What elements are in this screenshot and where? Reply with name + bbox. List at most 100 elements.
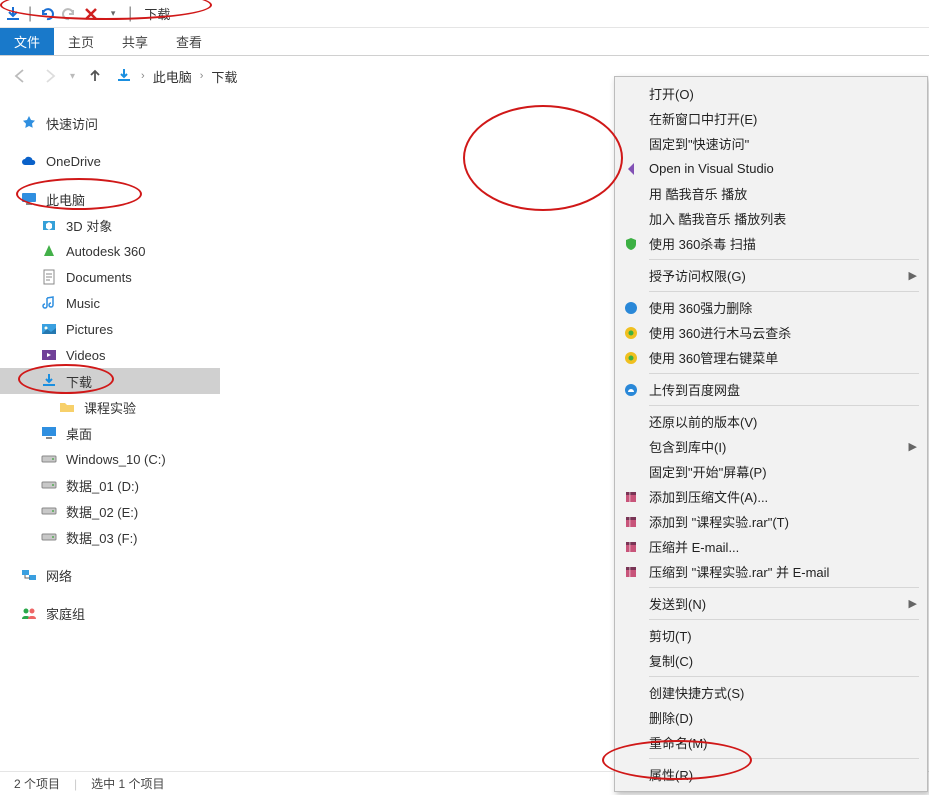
context-menu-item[interactable]: 压缩并 E-mail... (615, 534, 927, 559)
context-menu-item[interactable]: 加入 酷我音乐 播放列表 (615, 206, 927, 231)
qat-dropdown-icon[interactable]: ▾ (104, 5, 122, 23)
context-menu-item[interactable]: 删除(D) (615, 705, 927, 730)
context-menu-item[interactable]: 使用 360管理右键菜单 (615, 345, 927, 370)
desktop-icon (40, 424, 58, 442)
tab-file[interactable]: 文件 (0, 28, 54, 55)
tree-item[interactable]: 3D 对象 (0, 212, 220, 238)
context-menu-item[interactable]: 使用 360杀毒 扫描 (615, 231, 927, 256)
tree-homegroup[interactable]: 家庭组 (0, 600, 220, 626)
360-yellow-icon (623, 325, 639, 341)
shield-green-icon (623, 236, 639, 252)
nav-forward-icon[interactable] (40, 66, 60, 86)
context-menu-item[interactable]: 使用 360强力删除 (615, 295, 927, 320)
menu-item-label: 使用 360进行木马云查杀 (649, 323, 791, 342)
delete-icon[interactable] (82, 5, 100, 23)
tree-label: 快速访问 (46, 114, 98, 133)
tree-label: Pictures (66, 322, 113, 337)
rar-icon (623, 564, 639, 580)
videos-icon (40, 346, 58, 364)
download-location-icon (115, 67, 133, 85)
redo-icon[interactable] (60, 5, 78, 23)
context-menu-item[interactable]: 添加到 "课程实验.rar"(T) (615, 509, 927, 534)
context-menu-item[interactable]: 添加到压缩文件(A)... (615, 484, 927, 509)
tree-quick-access[interactable]: 快速访问 (0, 110, 220, 136)
breadcrumb-item[interactable]: 下载 (211, 67, 237, 86)
menu-item-label: 使用 360强力删除 (649, 298, 752, 317)
context-menu-item[interactable]: 固定到"快速访问" (615, 131, 927, 156)
tab-view[interactable]: 查看 (162, 28, 216, 55)
context-menu-item[interactable]: 固定到"开始"屏幕(P) (615, 459, 927, 484)
context-menu-item[interactable]: 重命名(M) (615, 730, 927, 755)
menu-item-label: 使用 360管理右键菜单 (649, 348, 778, 367)
context-menu-item[interactable]: 在新窗口中打开(E) (615, 106, 927, 131)
rar-icon (623, 514, 639, 530)
360-yellow-icon (623, 350, 639, 366)
tree-item[interactable]: Videos (0, 342, 220, 368)
breadcrumb-chevron-icon: › (200, 70, 204, 82)
status-selection: 选中 1 个项目 (91, 775, 164, 792)
context-menu-item[interactable]: 包含到库中(I)▶ (615, 434, 927, 459)
tree-network[interactable]: 网络 (0, 562, 220, 588)
tree-item[interactable]: Windows_10 (C:) (0, 446, 220, 472)
tree-item[interactable]: 数据_03 (F:) (0, 524, 220, 550)
menu-item-label: 固定到"快速访问" (649, 134, 749, 153)
context-menu-item[interactable]: Open in Visual Studio (615, 156, 927, 181)
menu-item-label: 剪切(T) (649, 626, 692, 645)
context-menu-item[interactable]: 属性(R) (615, 762, 927, 787)
navigation-tree[interactable]: 快速访问 OneDrive 此电脑 3D 对象Autodesk 360Docum… (0, 96, 220, 771)
status-item-count: 2 个项目 (14, 775, 60, 792)
tree-label: 数据_03 (F:) (66, 528, 138, 547)
menu-item-label: 添加到压缩文件(A)... (649, 487, 768, 506)
tree-item[interactable]: Music (0, 290, 220, 316)
context-menu-item[interactable]: 打开(O) (615, 81, 927, 106)
network-icon (20, 566, 38, 584)
tab-home[interactable]: 主页 (54, 28, 108, 55)
tree-item[interactable]: 下载 (0, 368, 220, 394)
context-menu-item[interactable]: 发送到(N)▶ (615, 591, 927, 616)
tree-item[interactable]: 桌面 (0, 420, 220, 446)
menu-separator (649, 676, 919, 677)
nav-recent-dropdown-icon[interactable]: ▾ (70, 71, 75, 82)
status-separator: | (74, 777, 77, 791)
menu-item-label: 用 酷我音乐 播放 (649, 184, 747, 203)
monitor-icon (20, 190, 38, 208)
tree-item[interactable]: 课程实验 (0, 394, 220, 420)
menu-item-label: 加入 酷我音乐 播放列表 (649, 209, 786, 228)
tree-label: 数据_01 (D:) (66, 476, 139, 495)
context-menu-item[interactable]: 授予访问权限(G)▶ (615, 263, 927, 288)
menu-item-label: 授予访问权限(G) (649, 266, 746, 285)
menu-separator (649, 373, 919, 374)
undo-icon[interactable] (38, 5, 56, 23)
context-menu: 打开(O)在新窗口中打开(E) 固定到"快速访问" Open in Visual S… (614, 76, 928, 792)
tab-share[interactable]: 共享 (108, 28, 162, 55)
menu-item-label: 固定到"开始"屏幕(P) (649, 462, 767, 481)
nav-up-icon[interactable] (85, 66, 105, 86)
tree-item[interactable]: 数据_01 (D:) (0, 472, 220, 498)
tree-item[interactable]: Autodesk 360 (0, 238, 220, 264)
tree-onedrive[interactable]: OneDrive (0, 148, 220, 174)
context-menu-item[interactable]: 用 酷我音乐 播放 (615, 181, 927, 206)
menu-item-label: 重命名(M) (649, 733, 708, 752)
submenu-arrow-icon: ▶ (909, 597, 917, 610)
cloud-icon (20, 152, 38, 170)
context-menu-item[interactable]: 压缩到 "课程实验.rar" 并 E-mail (615, 559, 927, 584)
context-menu-item[interactable]: 上传到百度网盘 (615, 377, 927, 402)
tree-item[interactable]: 数据_02 (E:) (0, 498, 220, 524)
context-menu-item[interactable]: 创建快捷方式(S) (615, 680, 927, 705)
tree-this-pc[interactable]: 此电脑 (0, 186, 220, 212)
context-menu-item[interactable]: 还原以前的版本(V) (615, 409, 927, 434)
tree-item[interactable]: Pictures (0, 316, 220, 342)
context-menu-item[interactable]: 使用 360进行木马云查杀 (615, 320, 927, 345)
quick-access-toolbar: | ▾ | 下载 (0, 0, 929, 28)
context-menu-item[interactable]: 剪切(T) (615, 623, 927, 648)
drive-icon (40, 450, 58, 468)
menu-item-label: 压缩并 E-mail... (649, 537, 739, 556)
context-menu-item[interactable]: 复制(C) (615, 648, 927, 673)
folder-icon (58, 398, 76, 416)
breadcrumb-item[interactable]: 此电脑 (153, 67, 192, 86)
tree-label: 家庭组 (46, 604, 85, 623)
menu-item-label: 添加到 "课程实验.rar"(T) (649, 512, 789, 531)
menu-item-label: 压缩到 "课程实验.rar" 并 E-mail (649, 562, 829, 581)
tree-item[interactable]: Documents (0, 264, 220, 290)
nav-back-icon[interactable] (10, 66, 30, 86)
